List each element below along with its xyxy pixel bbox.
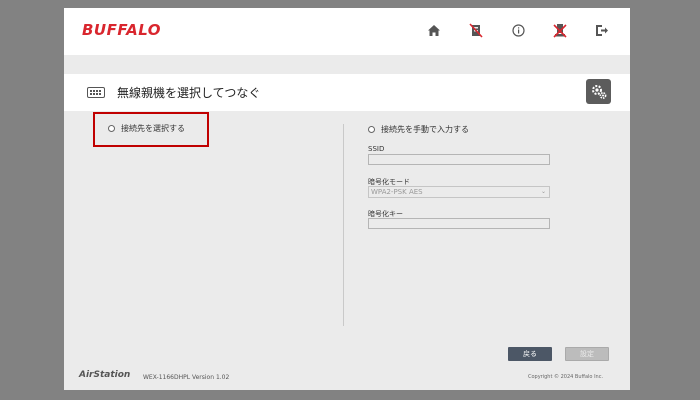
- keyboard-icon: [87, 87, 105, 98]
- ssid-input[interactable]: [368, 154, 550, 165]
- back-button[interactable]: 戻る: [508, 347, 552, 361]
- title-bar: 無線親機を選択してつなぐ: [64, 74, 630, 111]
- select-destination-radio[interactable]: [108, 125, 115, 132]
- apply-button[interactable]: 設定: [565, 347, 609, 361]
- column-divider: [343, 124, 344, 326]
- version-text: WEX-1166DHPL Version 1.02: [143, 374, 230, 381]
- header: BUFFALO: [64, 8, 630, 55]
- settings-button[interactable]: [586, 79, 611, 104]
- brand-logo: BUFFALO: [82, 21, 162, 39]
- main-panel: BUFFALO 無線親機を選択してつなぐ 接続先を選択する 接続先を手動で入力す…: [64, 8, 630, 390]
- gear-icon: [591, 84, 606, 99]
- chevron-down-icon: ⌄: [540, 188, 546, 195]
- encryption-mode-value: WPA2-PSK AES: [371, 188, 423, 196]
- encryption-key-input[interactable]: [368, 218, 550, 229]
- manual-entry-option[interactable]: 接続先を手動で入力する: [368, 124, 469, 135]
- airstation-logo: AirStation: [79, 370, 131, 380]
- select-destination-label: 接続先を選択する: [121, 124, 185, 133]
- home-icon[interactable]: [425, 21, 443, 39]
- info-icon[interactable]: [509, 21, 527, 39]
- header-divider: [64, 55, 630, 74]
- ssid-label: SSID: [368, 145, 385, 153]
- encryption-mode-select[interactable]: WPA2-PSK AES ⌄: [368, 186, 550, 198]
- manual-entry-label: 接続先を手動で入力する: [381, 125, 469, 134]
- page-title: 無線親機を選択してつなぐ: [117, 86, 261, 100]
- manual-entry-radio[interactable]: [368, 126, 375, 133]
- copyright-text: Copyright © 2024 Buffalo Inc.: [528, 374, 604, 380]
- select-destination-option[interactable]: 接続先を選択する: [108, 123, 185, 134]
- logout-icon[interactable]: [593, 21, 611, 39]
- wireless-off-icon[interactable]: [467, 21, 485, 39]
- disconnect-icon[interactable]: [551, 21, 569, 39]
